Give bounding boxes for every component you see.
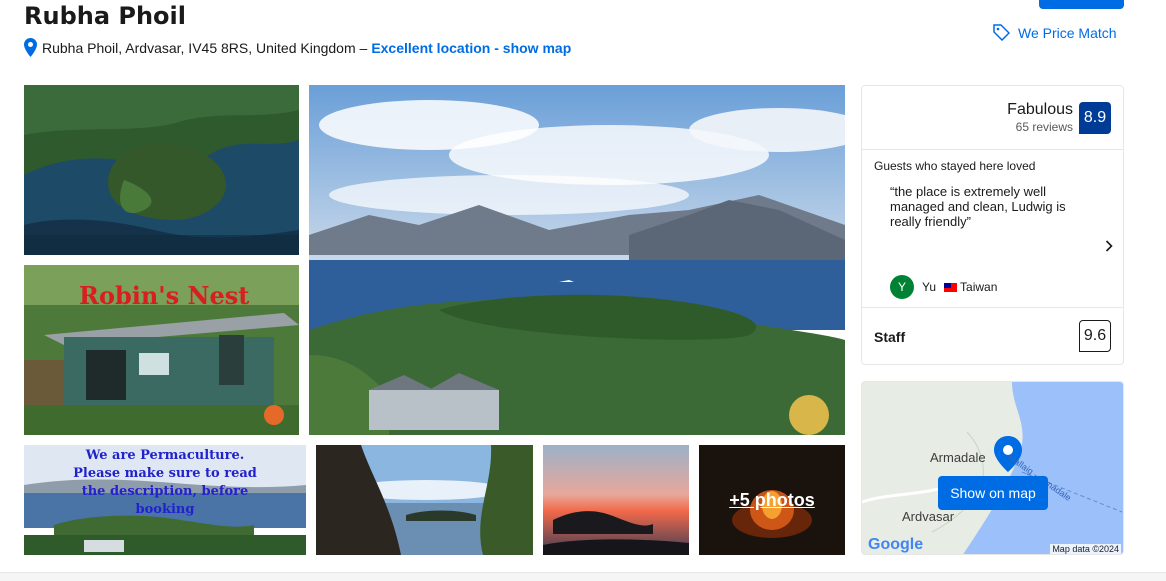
show-map-link[interactable]: Excellent location - show map — [371, 40, 571, 56]
location-pin-icon — [24, 38, 37, 57]
map-preview[interactable]: Armadale Ardvasar Mallaig - Armadale Sho… — [861, 381, 1124, 555]
reviewer-country: Taiwan — [960, 280, 998, 294]
page-title: Rubha Phoil — [24, 2, 186, 30]
review-summary-card: Fabulous 65 reviews 8.9 Guests who staye… — [861, 85, 1124, 365]
permaculture-line-2: Please make sure to read — [73, 466, 257, 481]
permaculture-line-4: booking — [135, 502, 195, 517]
divider — [862, 307, 1123, 308]
address-row: Rubha Phoil, Ardvasar, IV45 8RS, United … — [24, 38, 571, 57]
next-review-button[interactable] — [1105, 239, 1113, 257]
tag-icon — [993, 24, 1010, 41]
photo-permaculture-note[interactable]: We are Permaculture. Please make sure to… — [24, 445, 306, 555]
page-divider — [0, 572, 1166, 581]
permaculture-text: We are Permaculture. Please make sure to… — [24, 447, 306, 519]
reviewer-name: Yu — [922, 280, 937, 294]
photo-main-loch[interactable] — [309, 85, 845, 435]
price-match-link[interactable]: We Price Match — [993, 24, 1117, 41]
guests-loved-heading: Guests who stayed here loved — [874, 159, 1036, 173]
photo-robins-nest[interactable]: Robin's Nest — [24, 265, 299, 435]
chevron-right-icon — [1105, 240, 1113, 252]
permaculture-line-3: the description, before — [81, 484, 249, 499]
score-badge: 8.9 — [1079, 101, 1111, 134]
google-logo: Google — [868, 536, 924, 553]
permaculture-line-1: We are Permaculture. — [85, 448, 245, 463]
header-actions — [960, 0, 1020, 4]
map-label-ardvasar: Ardvasar — [902, 509, 955, 524]
avatar: Y — [890, 275, 914, 299]
photo-sunset[interactable] — [543, 445, 689, 555]
taiwan-flag-icon — [944, 282, 958, 292]
review-score-header[interactable]: Fabulous 65 reviews 8.9 — [1007, 101, 1111, 134]
divider — [862, 149, 1123, 150]
photo-aerial-island[interactable] — [24, 85, 299, 255]
staff-score: 9.6 — [1079, 320, 1111, 352]
reviewer-info: Y Yu Taiwan — [890, 275, 997, 299]
show-on-map-button[interactable]: Show on map — [938, 476, 1048, 510]
review-quote: “the place is extremely well managed and… — [890, 184, 1066, 229]
score-word: Fabulous — [1007, 101, 1073, 118]
staff-label: Staff — [874, 329, 906, 345]
more-photos-label[interactable]: +5 photos — [699, 445, 845, 555]
robins-nest-sign: Robin's Nest — [79, 281, 250, 310]
price-match-label: We Price Match — [1018, 24, 1117, 41]
address-text: Rubha Phoil, Ardvasar, IV45 8RS, United … — [42, 39, 368, 56]
photo-more[interactable]: +5 photos — [699, 445, 845, 555]
map-label-armadale: Armadale — [930, 450, 986, 465]
photo-coastline[interactable] — [316, 445, 533, 555]
map-credit: Map data ©2024 — [1050, 544, 1121, 554]
review-count: 65 reviews — [1015, 120, 1073, 134]
reserve-button[interactable] — [1039, 0, 1124, 9]
